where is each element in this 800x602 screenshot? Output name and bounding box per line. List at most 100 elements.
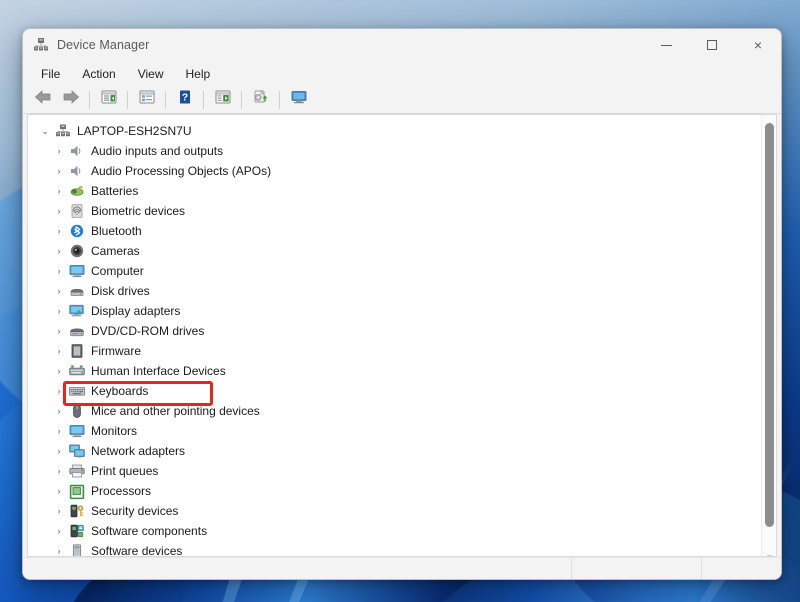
chevron-right-icon[interactable]: ›	[50, 346, 68, 356]
tree-item-cameras[interactable]: › Cameras	[28, 241, 761, 261]
tree-item-label: Monitors	[91, 424, 138, 438]
tree-item-label: Disk drives	[91, 284, 150, 298]
chevron-right-icon[interactable]: ›	[50, 466, 68, 476]
chevron-down-icon[interactable]: ⌄	[36, 126, 54, 137]
scan-button[interactable]	[209, 88, 236, 112]
tree-item-audio-processing-objects-apos[interactable]: › Audio Processing Objects (APOs)	[28, 161, 761, 181]
toolbar-separator	[279, 90, 280, 109]
menu-help[interactable]: Help	[176, 64, 221, 84]
tree-item-software-components[interactable]: › Software components	[28, 521, 761, 541]
tree-item-list: › Audio inputs and outputs › Audio Processi…	[28, 141, 761, 556]
scan-play-icon	[214, 89, 232, 110]
tree-item-processors[interactable]: › Processors	[28, 481, 761, 501]
chevron-right-icon[interactable]: ›	[50, 206, 68, 216]
menu-file[interactable]: File	[31, 64, 70, 84]
forward-button[interactable]	[57, 88, 84, 112]
chevron-right-icon[interactable]: ›	[50, 526, 68, 536]
tree-item-label: Batteries	[91, 184, 139, 198]
chevron-right-icon[interactable]: ›	[50, 186, 68, 196]
toolbar-separator	[203, 90, 204, 109]
tree-item-disk-drives[interactable]: › Disk drives	[28, 281, 761, 301]
vertical-scrollbar-thumb[interactable]	[765, 123, 774, 527]
monitor-icon	[68, 423, 86, 439]
tree-item-mice-and-other-pointing-devices[interactable]: › Mice and other pointing devices	[28, 401, 761, 421]
tree-item-label: Human Interface Devices	[91, 364, 226, 378]
chevron-right-icon[interactable]: ›	[50, 146, 68, 156]
close-icon: ×	[753, 37, 763, 53]
scroll-up-arrow[interactable]	[762, 115, 776, 126]
help-button[interactable]: ?	[171, 88, 198, 112]
tree-item-label: Audio Processing Objects (APOs)	[91, 164, 272, 178]
desktop-background: Device Manager × File Action View Help ?…	[0, 0, 800, 602]
speaker-icon	[68, 143, 86, 159]
tree-item-dvd-cd-rom-drives[interactable]: › DVD/CD-ROM drives	[28, 321, 761, 341]
maximize-icon	[707, 40, 717, 50]
camera-icon	[68, 243, 86, 259]
computer-root-icon	[54, 123, 72, 139]
close-button[interactable]: ×	[735, 29, 781, 61]
processor-icon	[68, 483, 86, 500]
chevron-right-icon[interactable]: ›	[50, 226, 68, 236]
forward-arrow-icon	[62, 89, 80, 110]
status-pane-2	[571, 557, 701, 579]
tree-item-keyboards[interactable]: › Keyboards	[28, 381, 761, 401]
tree-item-software-devices[interactable]: › Software devices	[28, 541, 761, 556]
tree-root-node[interactable]: ⌄ LAPTOP-ESH2SN7U	[28, 121, 761, 141]
chevron-right-icon[interactable]: ›	[50, 486, 68, 496]
tree-item-monitors[interactable]: › Monitors	[28, 421, 761, 441]
chevron-right-icon[interactable]: ›	[50, 166, 68, 176]
tree-item-security-devices[interactable]: › Security devices	[28, 501, 761, 521]
minimize-button[interactable]	[643, 29, 689, 61]
toolbar: ?	[23, 86, 781, 114]
chevron-right-icon[interactable]: ›	[50, 506, 68, 516]
chevron-right-icon[interactable]: ›	[50, 286, 68, 296]
status-pane-3	[701, 557, 781, 579]
update-driver-button[interactable]	[247, 88, 274, 112]
chevron-right-icon[interactable]: ›	[50, 326, 68, 336]
tree-item-computer[interactable]: › Computer	[28, 261, 761, 281]
back-arrow-icon	[34, 89, 52, 110]
tree-item-bluetooth[interactable]: › Bluetooth	[28, 221, 761, 241]
tree-item-label: Software devices	[91, 544, 183, 556]
scan-hardware-changes-button[interactable]	[285, 88, 312, 112]
tree-item-biometric-devices[interactable]: › Biometric devices	[28, 201, 761, 221]
tree-item-label: Print queues	[91, 464, 159, 478]
device-tree[interactable]: ⌄ LAPTOP-ESH2SN7U › Audio inputs and out…	[28, 115, 761, 556]
tree-item-human-interface-devices[interactable]: › Human Interface Devices	[28, 361, 761, 381]
back-button[interactable]	[29, 88, 56, 112]
chevron-right-icon[interactable]: ›	[50, 366, 68, 376]
chevron-right-icon[interactable]: ›	[50, 406, 68, 416]
tree-item-label: Bluetooth	[91, 224, 142, 238]
tree-item-network-adapters[interactable]: › Network adapters	[28, 441, 761, 461]
tree-item-batteries[interactable]: › Batteries	[28, 181, 761, 201]
tree-item-label: Cameras	[91, 244, 140, 258]
title-bar-left: Device Manager	[23, 37, 149, 53]
chevron-right-icon[interactable]: ›	[50, 426, 68, 436]
tree-item-audio-inputs-and-outputs[interactable]: › Audio inputs and outputs	[28, 141, 761, 161]
tree-item-label: Security devices	[91, 504, 179, 518]
tree-root-label: LAPTOP-ESH2SN7U	[77, 124, 192, 138]
chevron-right-icon[interactable]: ›	[50, 386, 68, 396]
tree-item-display-adapters[interactable]: › Display adapters	[28, 301, 761, 321]
console-tree-icon	[100, 89, 118, 110]
scroll-down-arrow[interactable]	[762, 548, 776, 556]
firmware-chip-icon	[68, 343, 86, 359]
chevron-right-icon[interactable]: ›	[50, 266, 68, 276]
chevron-right-icon[interactable]: ›	[50, 306, 68, 316]
chevron-right-icon[interactable]: ›	[50, 446, 68, 456]
menu-action[interactable]: Action	[72, 64, 125, 84]
vertical-scrollbar[interactable]	[761, 115, 776, 556]
title-bar[interactable]: Device Manager ×	[23, 29, 781, 61]
network-adapter-icon	[68, 443, 86, 459]
menu-view[interactable]: View	[128, 64, 174, 84]
device-manager-icon	[33, 37, 49, 53]
toolbar-separator	[241, 90, 242, 109]
tree-item-print-queues[interactable]: › Print queues	[28, 461, 761, 481]
chevron-right-icon[interactable]: ›	[50, 246, 68, 256]
properties-button[interactable]	[133, 88, 160, 112]
disk-drive-icon	[68, 283, 86, 299]
tree-item-firmware[interactable]: › Firmware	[28, 341, 761, 361]
maximize-button[interactable]	[689, 29, 735, 61]
chevron-right-icon[interactable]: ›	[50, 546, 68, 556]
show-hide-console-tree-button[interactable]	[95, 88, 122, 112]
